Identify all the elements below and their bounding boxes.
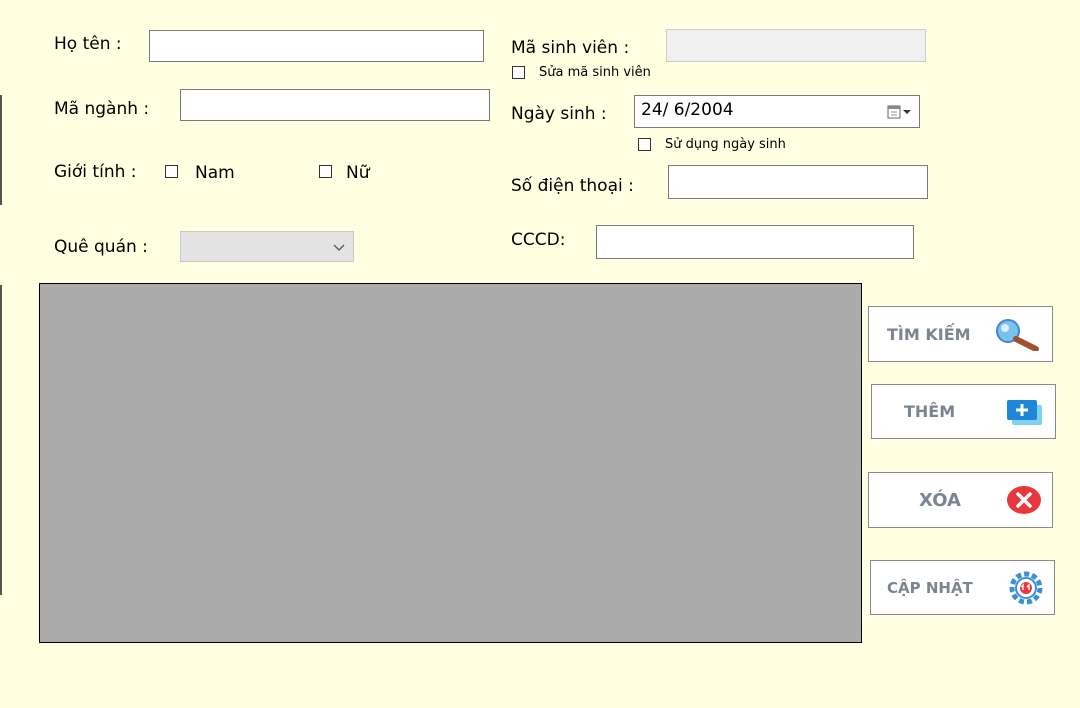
calendar-icon[interactable] — [887, 105, 913, 119]
them-button[interactable]: THÊM — [871, 384, 1056, 439]
update-gear-icon — [1009, 571, 1043, 604]
ngay-sinh-datepicker[interactable]: 24/ 6/2004 — [634, 95, 920, 128]
gioi-tinh-label: Giới tính : — [54, 162, 137, 182]
tim-kiem-label: TÌM KIẾM — [887, 324, 971, 344]
delete-icon — [1007, 486, 1041, 514]
sua-ma-sv-label: Sửa mã sinh viên — [539, 65, 651, 80]
nam-label: Nam — [195, 163, 235, 183]
magnifier-icon — [996, 319, 1039, 351]
su-dung-ngay-sinh-label: Sử dụng ngày sinh — [665, 137, 786, 152]
cap-nhat-label: CẬP NHẬT — [887, 578, 973, 597]
cccd-label: CCCD: — [511, 230, 566, 250]
ngay-sinh-value: 24/ 6/2004 — [641, 100, 734, 120]
ma-sinh-vien-label: Mã sinh viên : — [511, 38, 630, 58]
so-dien-thoai-input[interactable] — [668, 165, 928, 199]
su-dung-ngay-sinh-checkbox[interactable] — [638, 138, 651, 151]
window-edge — [0, 95, 2, 205]
xoa-button[interactable]: XÓA — [868, 472, 1053, 528]
ho-ten-label: Họ tên : — [54, 34, 122, 54]
ngay-sinh-label: Ngày sinh : — [511, 104, 607, 124]
window-edge — [0, 285, 2, 595]
sua-ma-sv-checkbox[interactable] — [512, 66, 525, 79]
them-label: THÊM — [904, 402, 956, 421]
tim-kiem-button[interactable]: TÌM KIẾM — [868, 306, 1053, 362]
nu-label: Nữ — [346, 163, 370, 183]
student-data-grid[interactable] — [39, 283, 862, 643]
xoa-label: XÓA — [919, 489, 961, 511]
ma-sinh-vien-input[interactable] — [666, 29, 926, 62]
ho-ten-input[interactable] — [149, 30, 484, 62]
cap-nhat-button[interactable]: CẬP NHẬT — [870, 560, 1055, 615]
nam-checkbox[interactable] — [165, 165, 178, 178]
so-dien-thoai-label: Số điện thoại : — [511, 176, 634, 196]
nu-checkbox[interactable] — [319, 165, 332, 178]
ma-nganh-label: Mã ngành : — [54, 99, 150, 119]
que-quan-select[interactable] — [180, 231, 354, 262]
add-icon — [1007, 399, 1042, 425]
cccd-input[interactable] — [596, 225, 914, 259]
dropdown-arrow-icon — [333, 244, 345, 251]
ma-nganh-input[interactable] — [180, 89, 490, 121]
que-quan-label: Quê quán : — [54, 237, 148, 257]
